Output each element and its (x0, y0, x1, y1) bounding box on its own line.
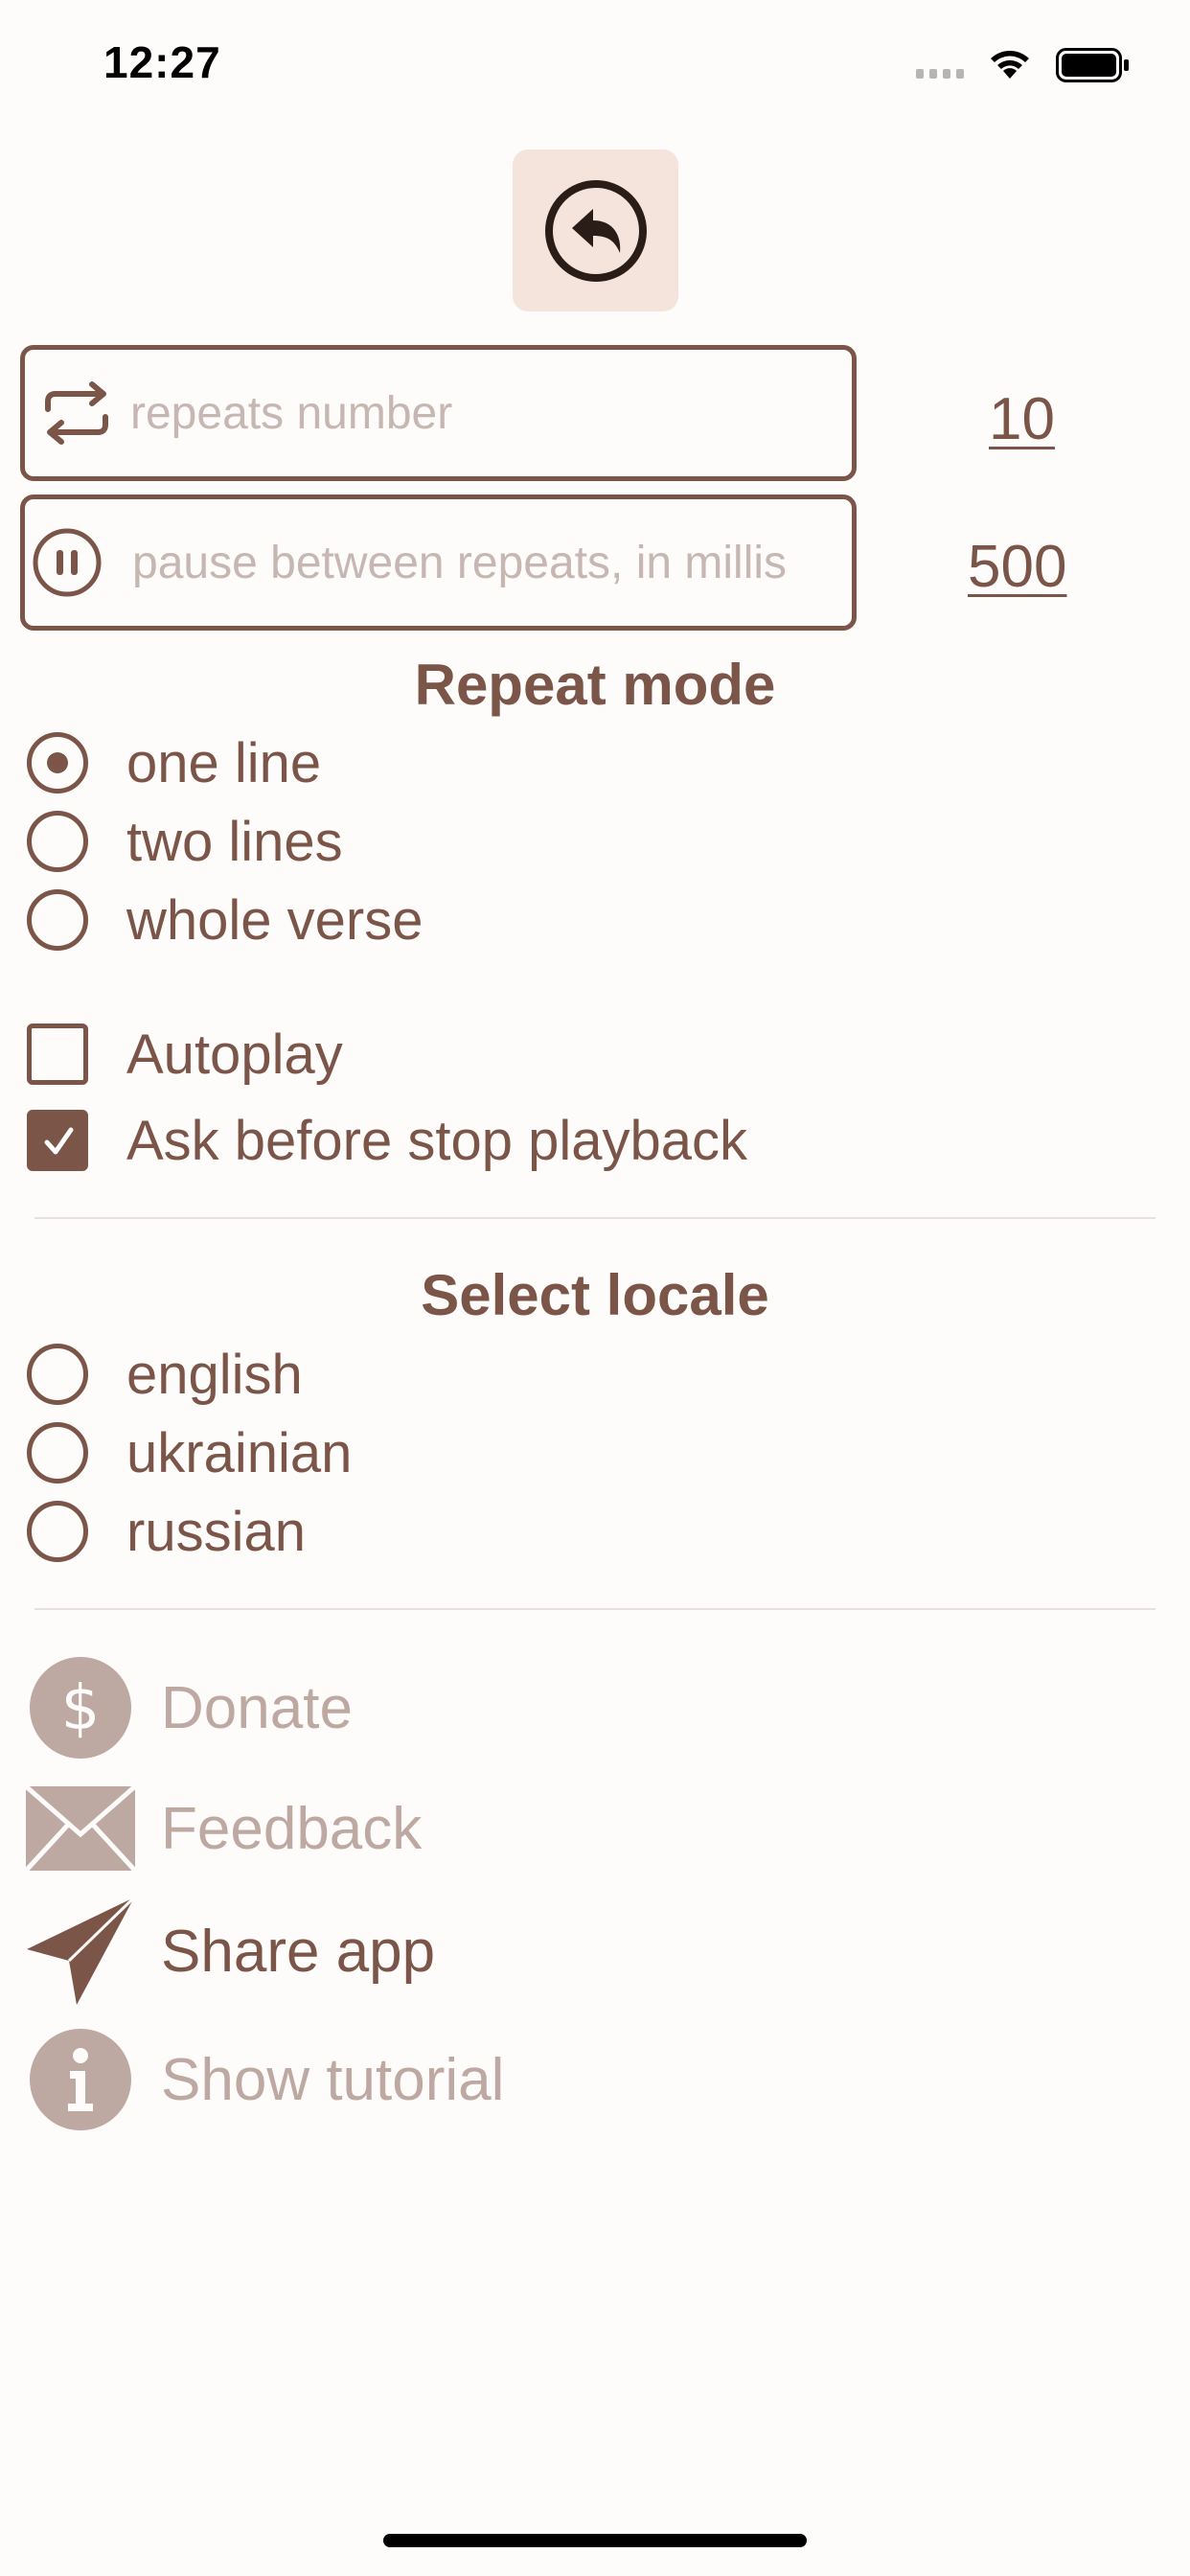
feedback-button[interactable]: Feedback (23, 1771, 422, 1886)
radio-label: two lines (126, 810, 343, 873)
donate-label: Donate (161, 1674, 353, 1741)
share-app-label: Share app (161, 1918, 436, 1985)
radio-whole-verse[interactable]: whole verse (27, 882, 423, 958)
radio-ukrainian[interactable]: ukrainian (27, 1414, 352, 1491)
radio-one-line[interactable]: one line (27, 724, 321, 801)
checkmark-icon (44, 1127, 74, 1155)
radio-button[interactable] (27, 1501, 88, 1562)
radio-label: russian (126, 1500, 306, 1563)
radio-label: one line (126, 731, 322, 794)
repeats-number-field[interactable] (20, 345, 857, 481)
radio-english[interactable]: english (27, 1336, 303, 1413)
radio-button[interactable] (27, 1344, 88, 1405)
repeats-number-value[interactable]: 10 (989, 385, 1055, 453)
svg-text:$: $ (61, 1673, 101, 1744)
wifi-icon (987, 46, 1033, 85)
status-time: 12:27 (103, 37, 221, 87)
radio-button[interactable] (27, 889, 88, 951)
divider (34, 1217, 1156, 1219)
divider (34, 1608, 1156, 1610)
radio-label: whole verse (126, 888, 423, 952)
battery-icon (1056, 48, 1131, 87)
radio-russian[interactable]: russian (27, 1493, 306, 1570)
radio-label: english (126, 1343, 303, 1406)
info-circle-icon (23, 2022, 138, 2137)
pause-between-repeats-input[interactable] (132, 499, 841, 626)
radio-button[interactable] (27, 811, 88, 872)
select-locale-title: Select locale (421, 1263, 769, 1327)
show-tutorial-button[interactable]: Show tutorial (23, 2022, 504, 2137)
share-app-button[interactable]: Share app (23, 1894, 435, 2009)
undo-arrow-icon (544, 179, 647, 282)
pause-value[interactable]: 500 (968, 533, 1066, 601)
envelope-icon (23, 1771, 138, 1886)
ask-before-stop-checkbox-row[interactable]: Ask before stop playback (27, 1102, 747, 1179)
cellular-signal-icon (916, 69, 964, 79)
paper-plane-icon (23, 1894, 138, 2009)
repeat-icon (38, 379, 115, 452)
checkbox-label: Ask before stop playback (126, 1109, 748, 1172)
autoplay-checkbox[interactable] (27, 1024, 88, 1085)
show-tutorial-label: Show tutorial (161, 2046, 505, 2113)
radio-button[interactable] (27, 1422, 88, 1484)
radio-label: ukrainian (126, 1421, 353, 1484)
ask-before-stop-checkbox[interactable] (27, 1110, 88, 1171)
pause-circle-icon (31, 526, 103, 604)
checkbox-label: Autoplay (126, 1023, 343, 1086)
donate-button[interactable]: $ Donate (23, 1650, 353, 1765)
repeat-mode-title: Repeat mode (414, 653, 776, 717)
radio-button[interactable] (27, 732, 88, 794)
dollar-circle-icon: $ (23, 1650, 138, 1765)
radio-two-lines[interactable]: two lines (27, 803, 343, 880)
autoplay-checkbox-row[interactable]: Autoplay (27, 1016, 343, 1092)
back-button[interactable] (513, 150, 678, 311)
repeats-number-input[interactable] (130, 350, 839, 476)
feedback-label: Feedback (161, 1795, 423, 1862)
pause-between-repeats-field[interactable] (20, 494, 857, 631)
home-indicator[interactable] (383, 2534, 807, 2547)
